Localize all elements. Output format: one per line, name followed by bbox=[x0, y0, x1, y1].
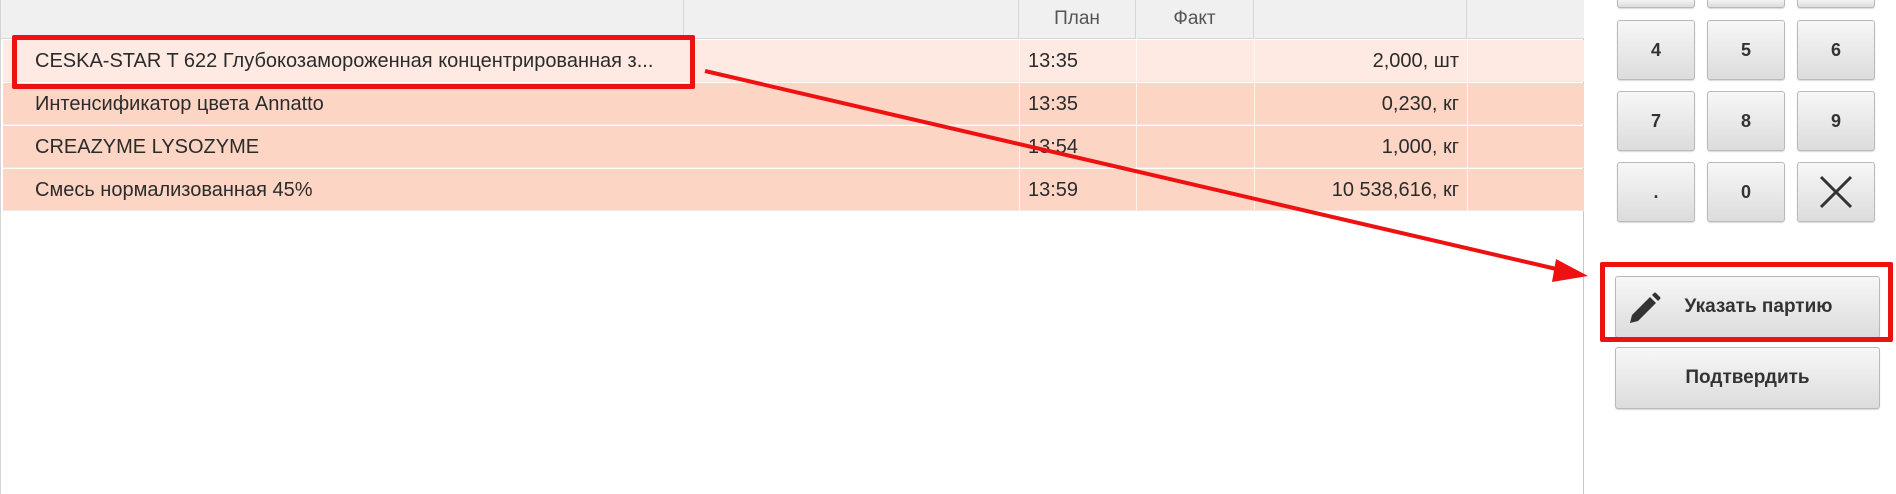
row-fact-time bbox=[1136, 40, 1246, 82]
key-9[interactable]: 9 bbox=[1797, 91, 1875, 151]
highlight-first-row bbox=[12, 35, 695, 89]
row-plan-time: 13:35 bbox=[1028, 49, 1079, 72]
key-partial[interactable] bbox=[1797, 0, 1875, 8]
row-name: CREAZYME LYSOZYME bbox=[35, 135, 260, 158]
row-quantity: 0,230, кг bbox=[1381, 92, 1459, 115]
key-7[interactable]: 7 bbox=[1617, 91, 1695, 151]
key-8[interactable]: 8 bbox=[1707, 91, 1785, 151]
column-divider bbox=[1467, 38, 1468, 210]
row-quantity: 10 538,616, кг bbox=[1331, 178, 1459, 201]
column-divider bbox=[1254, 38, 1255, 210]
table-row[interactable]: Интенсификатор цвета Annatto 13:35 0,230… bbox=[3, 83, 1584, 125]
column-divider bbox=[1019, 38, 1020, 210]
key-0[interactable]: 0 bbox=[1707, 162, 1785, 222]
row-fact-time bbox=[1136, 126, 1246, 168]
row-fact-time bbox=[1136, 169, 1246, 211]
close-icon bbox=[1819, 175, 1853, 209]
confirm-label: Подтвердить bbox=[1685, 367, 1810, 388]
row-name: Интенсификатор цвета Annatto bbox=[35, 92, 324, 115]
row-quantity: 2,000, шт bbox=[1372, 49, 1459, 72]
header-quantity[interactable] bbox=[1254, 0, 1467, 38]
key-decimal[interactable]: . bbox=[1617, 162, 1695, 222]
table-row[interactable]: CREAZYME LYSOZYME 13:54 1,000, кг bbox=[3, 126, 1584, 168]
column-divider bbox=[1136, 38, 1137, 210]
header-blank bbox=[684, 0, 1019, 38]
row-plan-time: 13:59 bbox=[1028, 178, 1079, 201]
key-partial[interactable] bbox=[1617, 0, 1695, 8]
table-header: План Факт bbox=[1, 0, 1584, 39]
key-5[interactable]: 5 bbox=[1707, 20, 1785, 80]
highlight-specify-batch bbox=[1600, 262, 1893, 342]
row-plan-time: 13:54 bbox=[1028, 135, 1079, 158]
header-plan[interactable]: План bbox=[1019, 0, 1136, 38]
row-fact-time bbox=[1136, 83, 1246, 125]
key-partial[interactable] bbox=[1707, 0, 1785, 8]
keypad-panel: 4 5 6 7 8 9 . 0 Указать партию Подтверди… bbox=[1585, 0, 1896, 494]
row-quantity: 1,000, кг bbox=[1381, 135, 1459, 158]
header-name[interactable] bbox=[1, 0, 684, 38]
header-fact[interactable]: Факт bbox=[1136, 0, 1254, 38]
key-6[interactable]: 6 bbox=[1797, 20, 1875, 80]
table-row[interactable]: Смесь нормализованная 45% 13:59 10 538,6… bbox=[3, 169, 1584, 211]
row-name: Смесь нормализованная 45% bbox=[35, 178, 313, 201]
clear-button[interactable] bbox=[1797, 162, 1875, 222]
key-4[interactable]: 4 bbox=[1617, 20, 1695, 80]
row-plan-time: 13:35 bbox=[1028, 92, 1079, 115]
confirm-button[interactable]: Подтвердить bbox=[1615, 347, 1880, 409]
